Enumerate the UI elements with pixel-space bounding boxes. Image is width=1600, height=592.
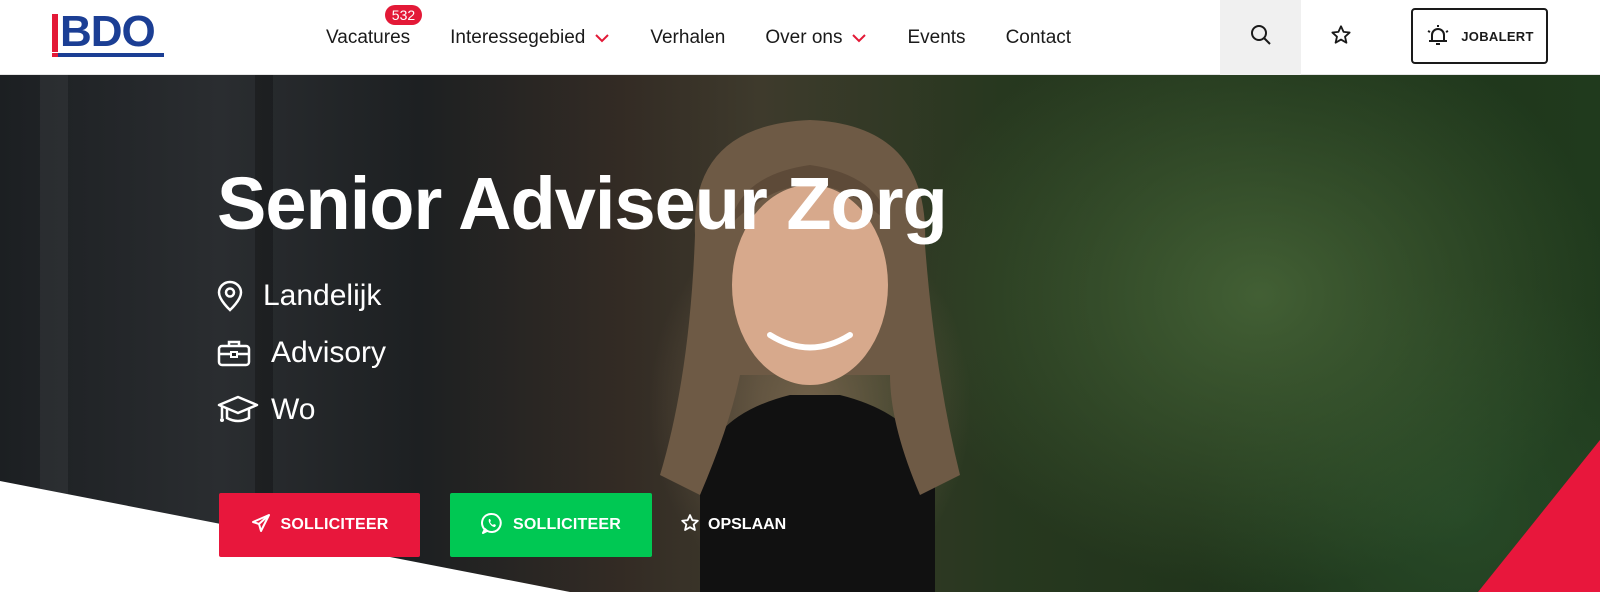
apply-button-label: SOLLICITEER xyxy=(280,516,389,533)
star-icon xyxy=(1330,24,1352,51)
graduation-cap-icon xyxy=(217,394,265,426)
nav-item-label: Contact xyxy=(1005,26,1072,48)
briefcase-icon xyxy=(217,339,265,367)
save-job-button[interactable]: OPSLAAN xyxy=(680,493,786,557)
job-meta: Landelijk Advisory Wo xyxy=(217,267,386,438)
apply-button[interactable]: SOLLICITEER xyxy=(219,493,420,557)
job-title: Senior Adviseur Zorg xyxy=(217,162,948,245)
jobalert-button[interactable]: JOBALERT xyxy=(1411,8,1548,64)
nav-item-label: Events xyxy=(907,26,966,48)
nav-item-vacatures[interactable]: Vacatures 532 xyxy=(326,4,423,49)
nav-item-label: Verhalen xyxy=(650,26,726,48)
job-education-text: Wo xyxy=(271,392,316,426)
chevron-down-icon xyxy=(594,33,610,43)
nav-item-label: Over ons xyxy=(765,26,843,48)
favorites-button[interactable] xyxy=(1301,0,1381,75)
logo-text: BDO xyxy=(60,7,156,56)
background-pillar xyxy=(40,75,68,592)
logo-underline xyxy=(52,53,164,57)
nav-item-interessegebied[interactable]: Interessegebied xyxy=(450,27,610,49)
nav-item-contact[interactable]: Contact xyxy=(1006,27,1071,49)
job-hero: Senior Adviseur Zorg Landelijk Advisory … xyxy=(0,75,1600,592)
whatsapp-apply-label: SOLLICITEER xyxy=(513,516,621,533)
whatsapp-apply-button[interactable]: SOLLICITEER xyxy=(450,493,652,557)
bell-alert-icon xyxy=(1425,24,1461,49)
search-icon xyxy=(1250,24,1272,51)
nav-item-label: Vacatures xyxy=(326,26,411,48)
vacancy-count-badge: 532 xyxy=(384,4,423,25)
job-department-text: Advisory xyxy=(271,335,387,369)
nav-item-label: Interessegebied xyxy=(450,26,586,48)
main-nav: Vacatures 532 Interessegebied Verhalen O… xyxy=(326,0,1111,75)
paper-plane-icon xyxy=(251,513,281,538)
jobalert-label: JOBALERT xyxy=(1461,28,1534,44)
chevron-down-icon xyxy=(851,33,867,43)
logo-underline-accent xyxy=(52,53,58,57)
job-education: Wo xyxy=(217,381,386,438)
star-icon xyxy=(680,513,708,538)
job-department: Advisory xyxy=(217,324,386,381)
nav-item-verhalen[interactable]: Verhalen xyxy=(650,27,725,49)
logo-red-bar xyxy=(52,14,58,52)
save-job-label: OPSLAAN xyxy=(708,516,787,533)
bdo-logo[interactable]: BDO xyxy=(52,8,164,58)
job-location: Landelijk xyxy=(217,267,386,324)
search-button[interactable] xyxy=(1220,0,1301,75)
map-pin-icon xyxy=(217,280,257,312)
nav-item-over-ons[interactable]: Over ons xyxy=(765,27,867,49)
site-header: BDO Vacatures 532 Interessegebied Verhal… xyxy=(0,0,1600,75)
nav-item-events[interactable]: Events xyxy=(907,27,965,49)
job-location-text: Landelijk xyxy=(263,278,382,312)
whatsapp-icon xyxy=(481,512,513,539)
